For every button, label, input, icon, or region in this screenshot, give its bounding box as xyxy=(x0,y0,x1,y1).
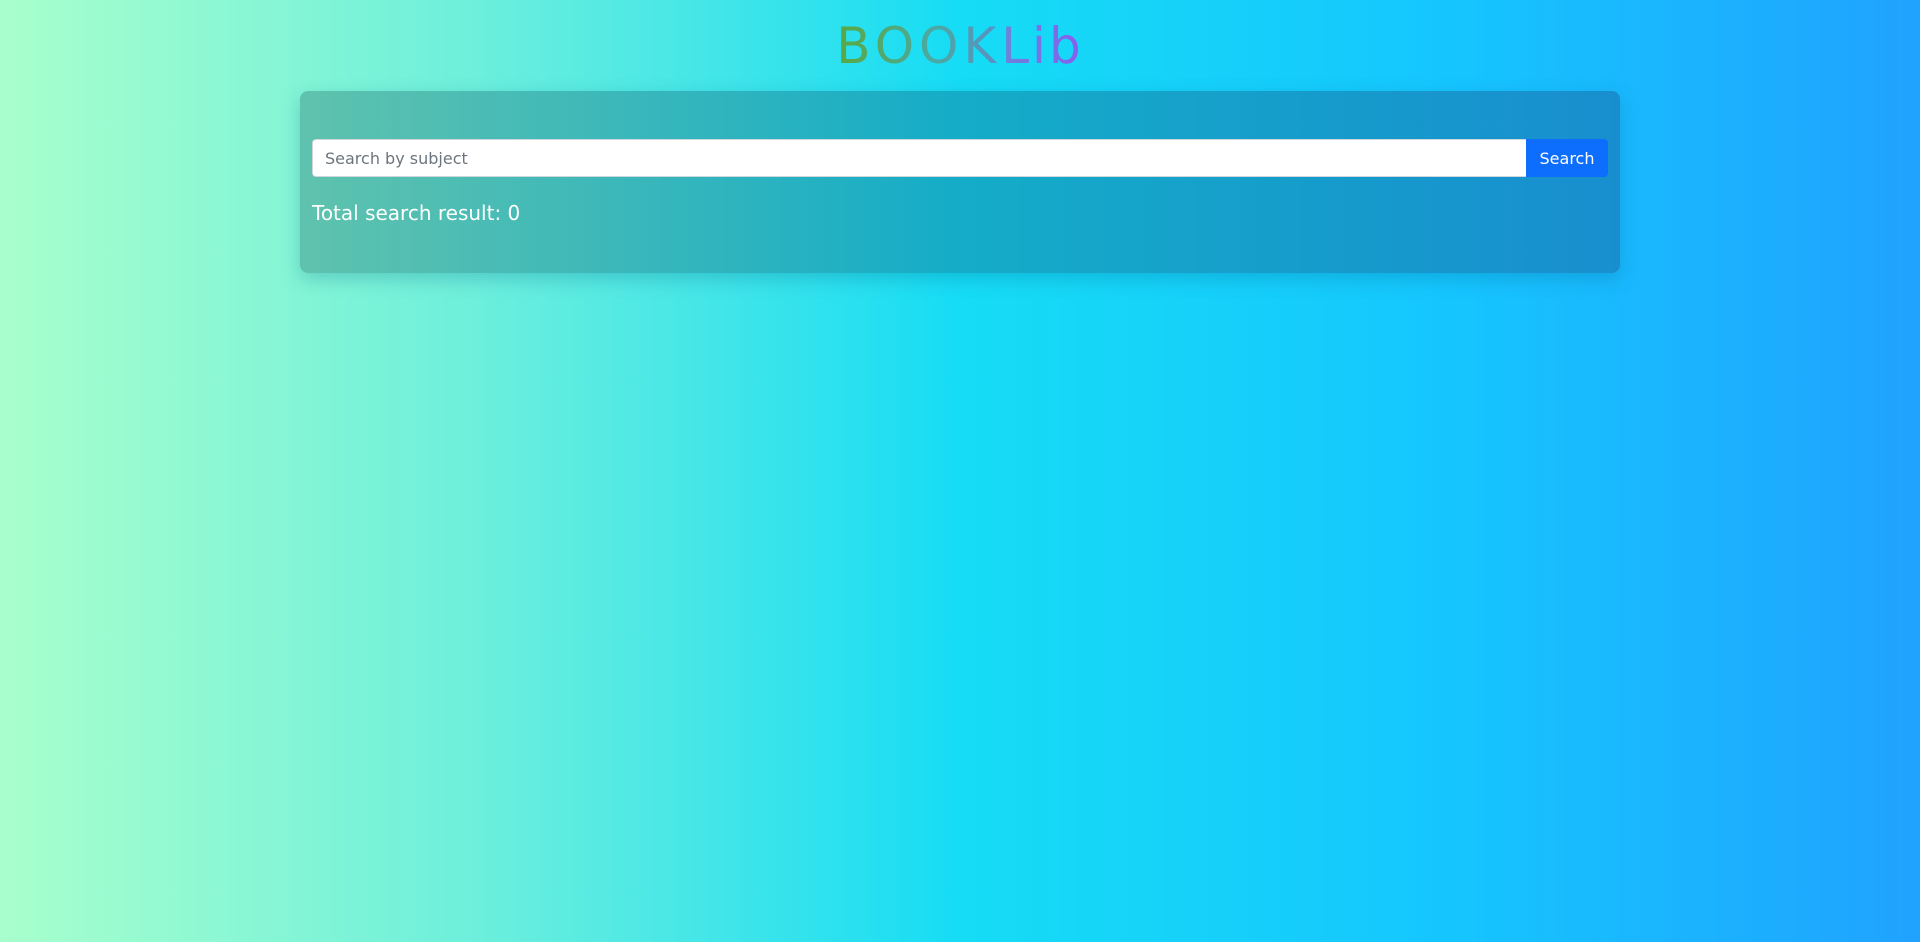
search-button[interactable]: Search xyxy=(1526,139,1608,177)
search-bar: Search xyxy=(312,139,1608,177)
logo-text-book: BOOK xyxy=(836,17,1002,75)
result-label: Total search result: xyxy=(312,201,508,225)
search-input[interactable] xyxy=(312,139,1526,177)
result-count-value: 0 xyxy=(507,201,521,225)
logo-text-lib: Lib xyxy=(1001,17,1084,75)
search-result-count: Total search result: 0 xyxy=(312,199,520,227)
search-panel: Search Total search result: 0 xyxy=(300,91,1620,273)
app-logo: BOOKLib xyxy=(0,16,1920,76)
